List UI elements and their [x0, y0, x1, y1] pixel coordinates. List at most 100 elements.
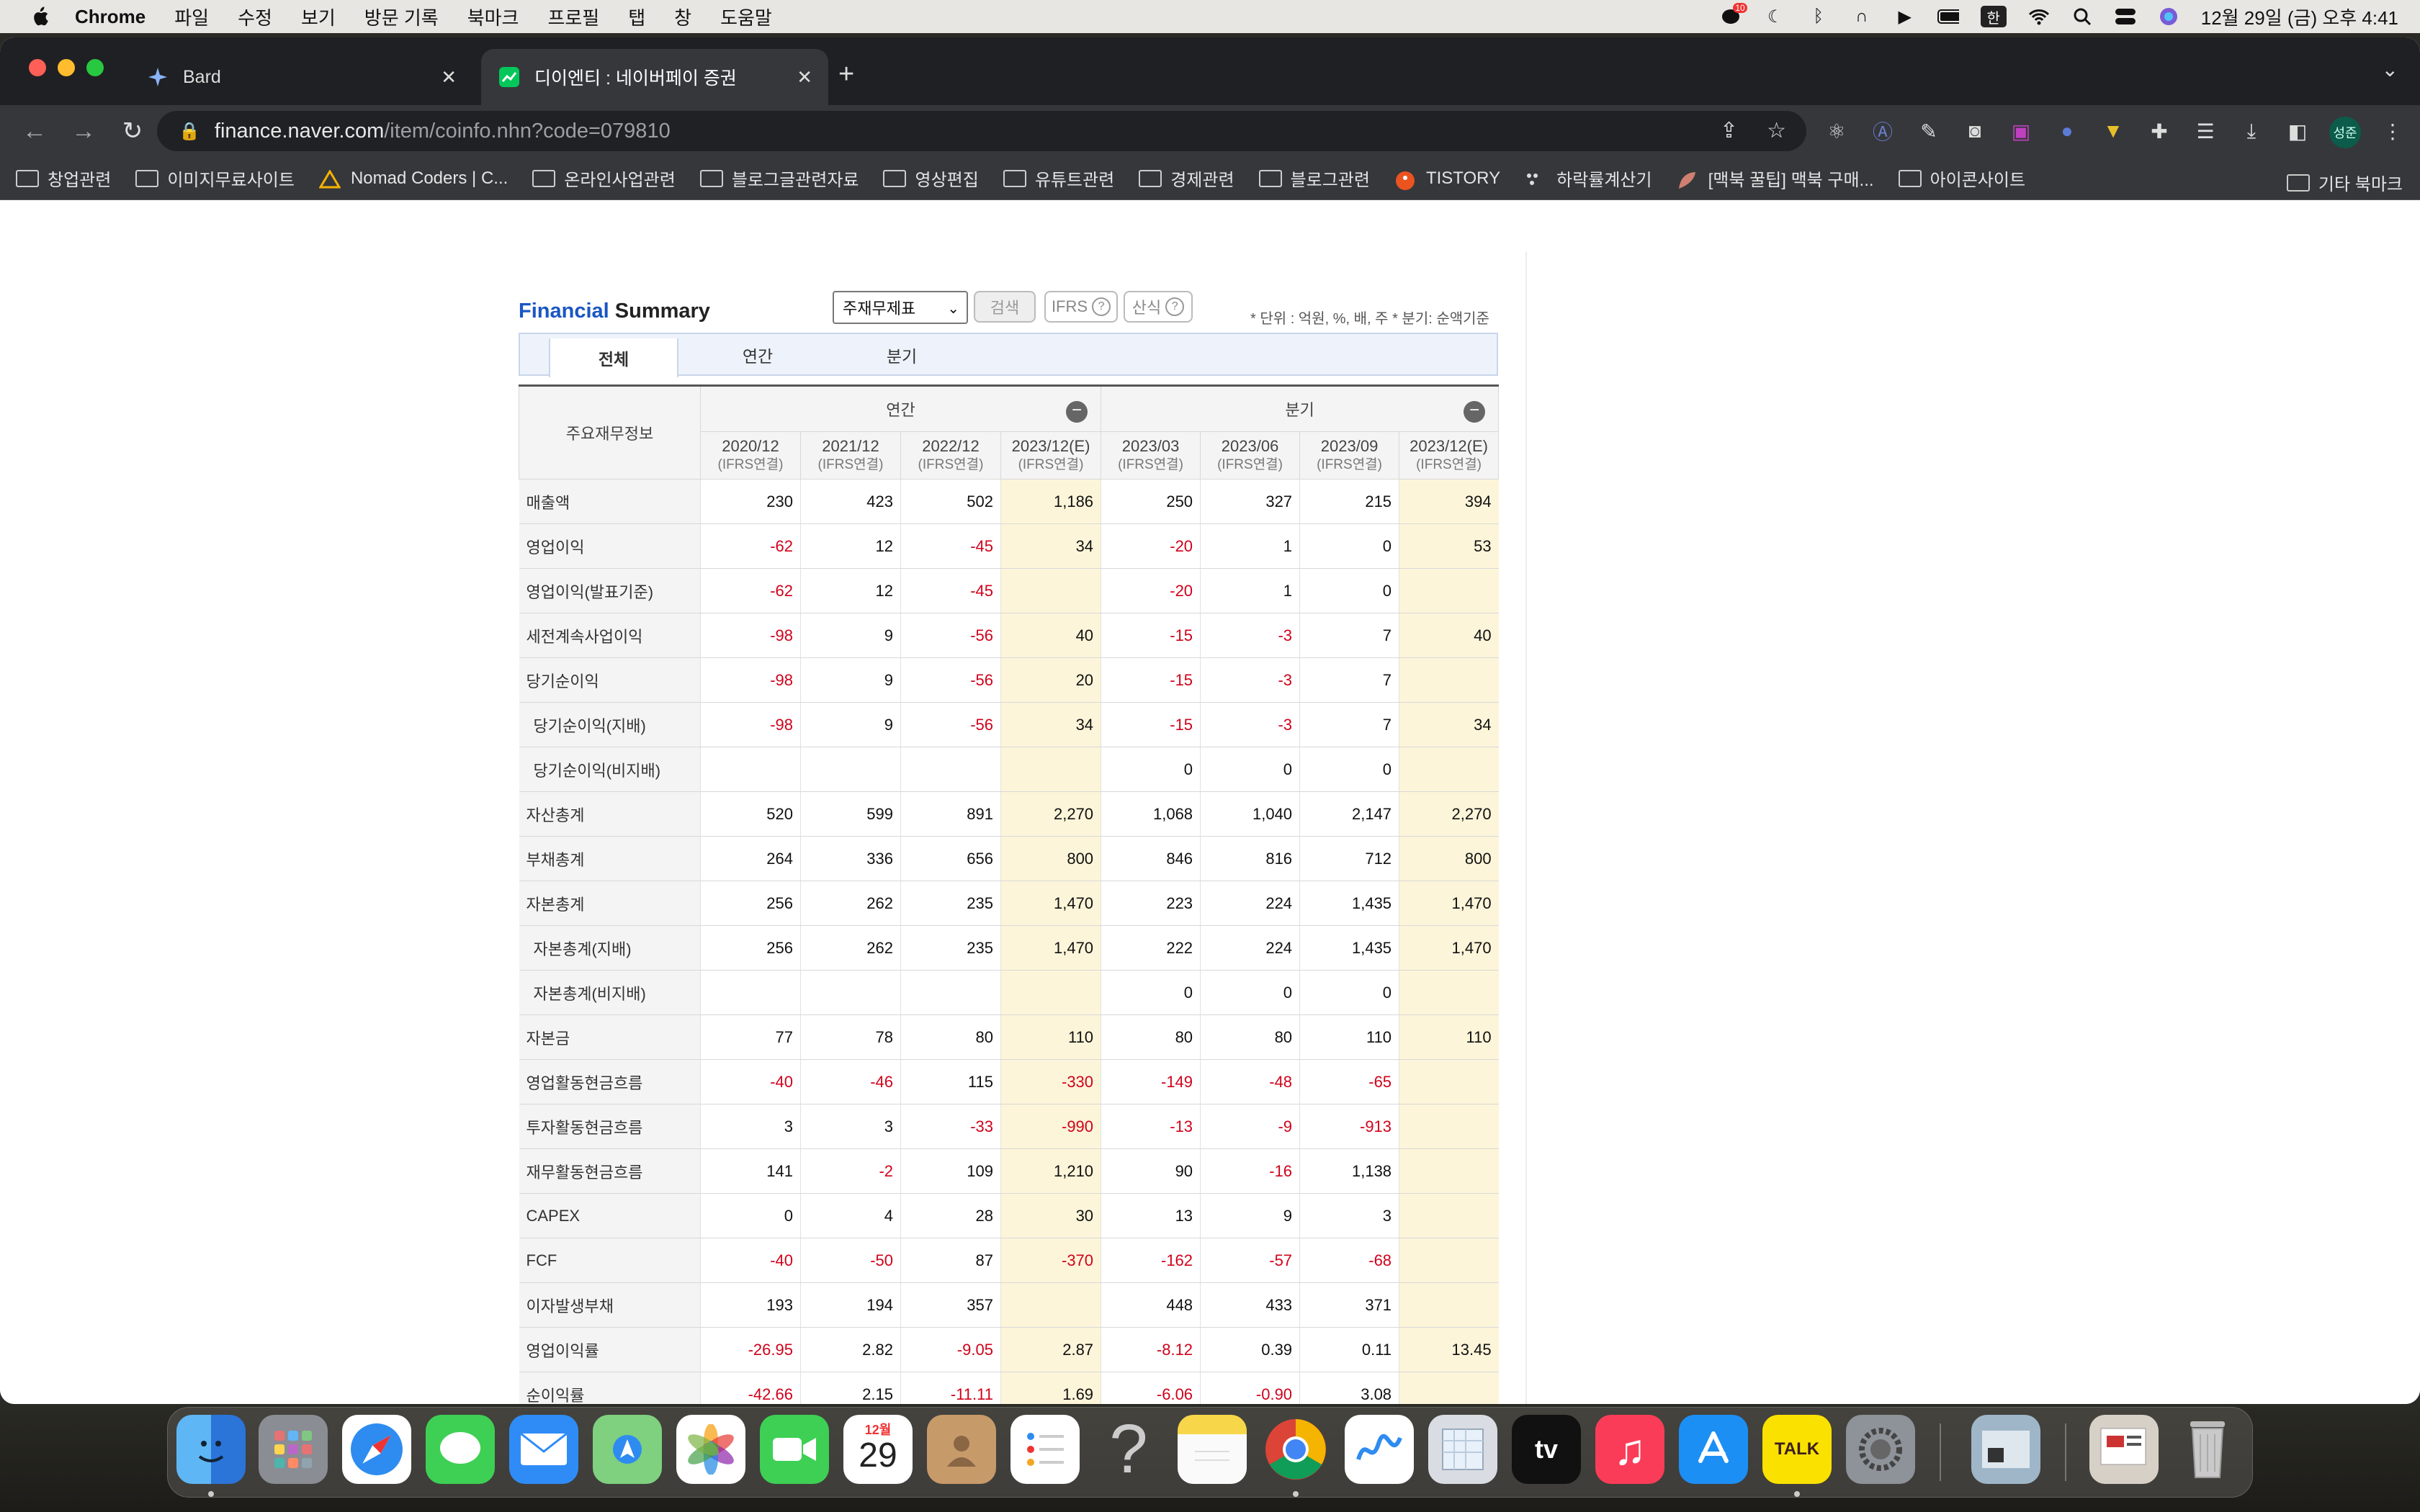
facetime-icon[interactable]: [760, 1415, 829, 1484]
back-arrow-icon[interactable]: ←: [20, 117, 49, 145]
address-bar[interactable]: 🔒 finance.naver.com/item/coinfo.nhn?code…: [157, 111, 1806, 151]
tab-search-chevron-icon[interactable]: ⌄: [2382, 58, 2398, 81]
bookmark-folder[interactable]: 블로그글관련자료: [699, 166, 859, 191]
menu-window[interactable]: 창: [674, 4, 691, 30]
menu-file[interactable]: 파일: [174, 4, 209, 30]
ifrs-help-button[interactable]: IFRS?: [1044, 291, 1118, 323]
apple-icon[interactable]: [29, 5, 50, 28]
notification-icon[interactable]: 10: [1721, 3, 1747, 27]
bookmark-folder[interactable]: 창업관련: [16, 166, 111, 191]
extension-download-icon[interactable]: ▼: [2099, 117, 2128, 145]
react-devtools-icon[interactable]: ⚛: [1822, 117, 1851, 145]
bookmark-folder[interactable]: 이미지무료사이트: [135, 166, 295, 191]
reading-list-icon[interactable]: ☰: [2191, 117, 2220, 145]
airpods-icon[interactable]: ∩: [1851, 6, 1873, 27]
forward-arrow-icon[interactable]: →: [69, 117, 98, 145]
close-tab-icon[interactable]: ✕: [441, 66, 457, 89]
help-question-icon[interactable]: ?: [1094, 1410, 1163, 1488]
menu-chrome[interactable]: Chrome: [75, 6, 145, 28]
trash-icon[interactable]: [2173, 1415, 2242, 1484]
bluetooth-icon[interactable]: ᛒ: [1808, 6, 1829, 27]
zoom-window-button[interactable]: [86, 59, 104, 76]
statement-type-select[interactable]: 주재무제표 ⌄: [833, 291, 968, 324]
menu-bookmarks[interactable]: 북마크: [467, 4, 519, 30]
menu-view[interactable]: 보기: [301, 4, 336, 30]
finder-icon[interactable]: [176, 1415, 246, 1484]
calendar-icon[interactable]: 12월 29: [843, 1415, 913, 1484]
menu-profiles[interactable]: 프로필: [547, 4, 599, 30]
control-center-icon[interactable]: [2115, 6, 2136, 27]
system-settings-icon[interactable]: [1846, 1415, 1915, 1484]
photos-icon[interactable]: [676, 1415, 745, 1484]
bookmark-folder[interactable]: 블로그관련: [1258, 166, 1370, 191]
maps-icon[interactable]: [593, 1415, 662, 1484]
bookmark-folder[interactable]: 영상편집: [883, 166, 979, 191]
search-button[interactable]: 검색: [974, 291, 1036, 323]
launchpad-icon[interactable]: [259, 1415, 328, 1484]
profile-avatar[interactable]: 성준: [2329, 117, 2361, 148]
documents-stack-icon[interactable]: [2089, 1415, 2159, 1484]
bookmark-star-icon[interactable]: ☆: [1767, 118, 1786, 143]
tab-all[interactable]: 전체: [549, 338, 678, 377]
bookmark-folder[interactable]: 온라인사업관련: [532, 166, 676, 191]
reminders-icon[interactable]: [1010, 1415, 1080, 1484]
messages-icon[interactable]: [426, 1415, 495, 1484]
battery-icon[interactable]: [1937, 6, 1959, 27]
other-bookmarks[interactable]: 기타 북마크: [2286, 170, 2403, 195]
collapse-annual-icon[interactable]: −: [1066, 401, 1088, 423]
tab-quarter[interactable]: 분기: [837, 334, 967, 376]
play-icon[interactable]: ▶: [1894, 6, 1916, 27]
menu-edit[interactable]: 수정: [238, 4, 272, 30]
close-tab-icon[interactable]: ✕: [797, 66, 812, 89]
photo-viewer-icon[interactable]: [1971, 1415, 2040, 1484]
collapse-quarter-icon[interactable]: −: [1464, 401, 1486, 423]
safari-icon[interactable]: [342, 1415, 411, 1484]
search-icon[interactable]: [2071, 6, 2093, 27]
extensions-puzzle-icon[interactable]: ✚: [2145, 117, 2174, 145]
notes-icon[interactable]: [1178, 1415, 1247, 1484]
kakaotalk-icon[interactable]: TALK: [1762, 1415, 1832, 1484]
extension-d-icon[interactable]: ▣: [2007, 117, 2035, 145]
menu-history[interactable]: 방문 기록: [364, 4, 439, 30]
close-window-button[interactable]: [29, 59, 46, 76]
freeform-icon[interactable]: [1345, 1415, 1414, 1484]
table-row: 자본금 77 78 80 110 80 80 110 110: [519, 1014, 1499, 1060]
bookmark-folder[interactable]: 아이콘사이트: [1898, 166, 2025, 191]
new-tab-plus-icon[interactable]: +: [838, 59, 854, 90]
chrome-icon[interactable]: [1261, 1415, 1330, 1484]
chrome-menu-icon[interactable]: ⋮: [2378, 117, 2407, 145]
app-store-icon[interactable]: [1679, 1415, 1748, 1484]
lock-icon[interactable]: 🔒: [179, 121, 200, 142]
extension-globe-icon[interactable]: ●: [2053, 117, 2081, 145]
bookmark-link[interactable]: TISTORY: [1394, 168, 1500, 190]
siri-icon[interactable]: [2158, 6, 2179, 27]
menubar-datetime[interactable]: 12월 29일 (금) 오후 4:41: [2201, 4, 2398, 30]
camera-icon[interactable]: ◙: [1960, 117, 1989, 145]
moon-icon[interactable]: ☾: [1765, 6, 1786, 27]
bookmark-link[interactable]: Nomad Coders | C...: [318, 168, 508, 189]
mail-icon[interactable]: [509, 1415, 578, 1484]
menu-help[interactable]: 도움말: [720, 4, 772, 30]
minimize-window-button[interactable]: [58, 59, 75, 76]
reload-icon[interactable]: ↻: [118, 117, 147, 145]
preview-icon[interactable]: [1428, 1415, 1497, 1484]
tab-annual[interactable]: 연간: [693, 334, 823, 376]
bookmark-link[interactable]: [맥북 꿀팁] 맥북 구매...: [1677, 166, 1874, 191]
extension-a-icon[interactable]: Ⓐ: [1868, 117, 1897, 145]
tab-naver-finance[interactable]: 디이엔티 : 네이버페이 증권 ✕: [481, 49, 828, 105]
bookmark-link[interactable]: 하락률계산기: [1525, 166, 1652, 191]
music-icon[interactable]: ♫: [1595, 1415, 1664, 1484]
side-panel-icon[interactable]: ◧: [2283, 117, 2312, 145]
bookmark-folder[interactable]: 경제관련: [1139, 166, 1234, 191]
tv-icon[interactable]: tv: [1512, 1415, 1581, 1484]
bookmark-folder[interactable]: 유튜트관련: [1003, 166, 1114, 191]
formula-help-button[interactable]: 산식?: [1124, 291, 1193, 323]
eyedropper-icon[interactable]: ✎: [1914, 117, 1943, 145]
contacts-icon[interactable]: [927, 1415, 996, 1484]
downloads-icon[interactable]: ⤓: [2237, 117, 2266, 145]
input-method-badge[interactable]: 한: [1980, 6, 2007, 27]
wifi-icon[interactable]: [2028, 6, 2050, 27]
share-icon[interactable]: ⇪: [1720, 118, 1738, 143]
tab-bard[interactable]: Bard ✕: [130, 49, 472, 105]
menu-tab[interactable]: 탭: [628, 4, 645, 30]
